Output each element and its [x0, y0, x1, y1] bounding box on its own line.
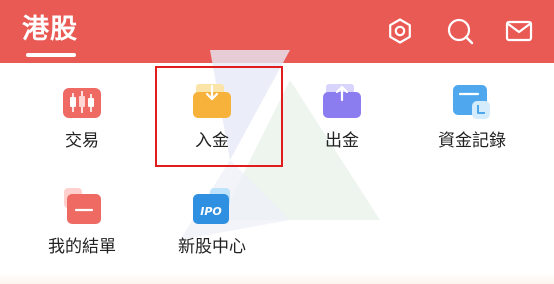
search-icon[interactable] [445, 16, 475, 46]
withdraw-folder-icon [322, 82, 362, 122]
menu-item-statement[interactable]: 我的結單 [20, 188, 140, 280]
menu-item-deposit[interactable]: 入金 [150, 82, 270, 174]
menu-item-ipo-center[interactable]: IPO 新股中心 [150, 188, 270, 280]
menu-item-label: 交易 [65, 131, 99, 151]
menu-item-withdraw[interactable]: 出金 [280, 82, 400, 174]
menu-item-label: 我的結單 [48, 237, 116, 257]
menu-item-label: 新股中心 [178, 237, 246, 257]
deposit-folder-icon [192, 82, 232, 122]
fund-record-icon [452, 82, 492, 122]
menu-item-label: 資金記錄 [438, 131, 506, 151]
menu-item-label: 出金 [325, 131, 359, 151]
menu-item-label: 入金 [195, 131, 229, 151]
app-header: 港股 [0, 0, 554, 63]
menu-item-trade[interactable]: 交易 [20, 82, 140, 174]
menu-item-fund-record[interactable]: 資金記錄 [410, 82, 530, 174]
page-title: 港股 [22, 14, 78, 45]
mail-icon[interactable] [504, 16, 534, 46]
title-underline [26, 53, 76, 57]
gear-icon[interactable] [385, 16, 415, 46]
ipo-icon: IPO [192, 188, 232, 228]
trade-candlestick-icon [62, 82, 102, 122]
svg-text:IPO: IPO [200, 205, 222, 218]
statement-icon [62, 188, 102, 228]
bottom-strip [0, 274, 554, 284]
